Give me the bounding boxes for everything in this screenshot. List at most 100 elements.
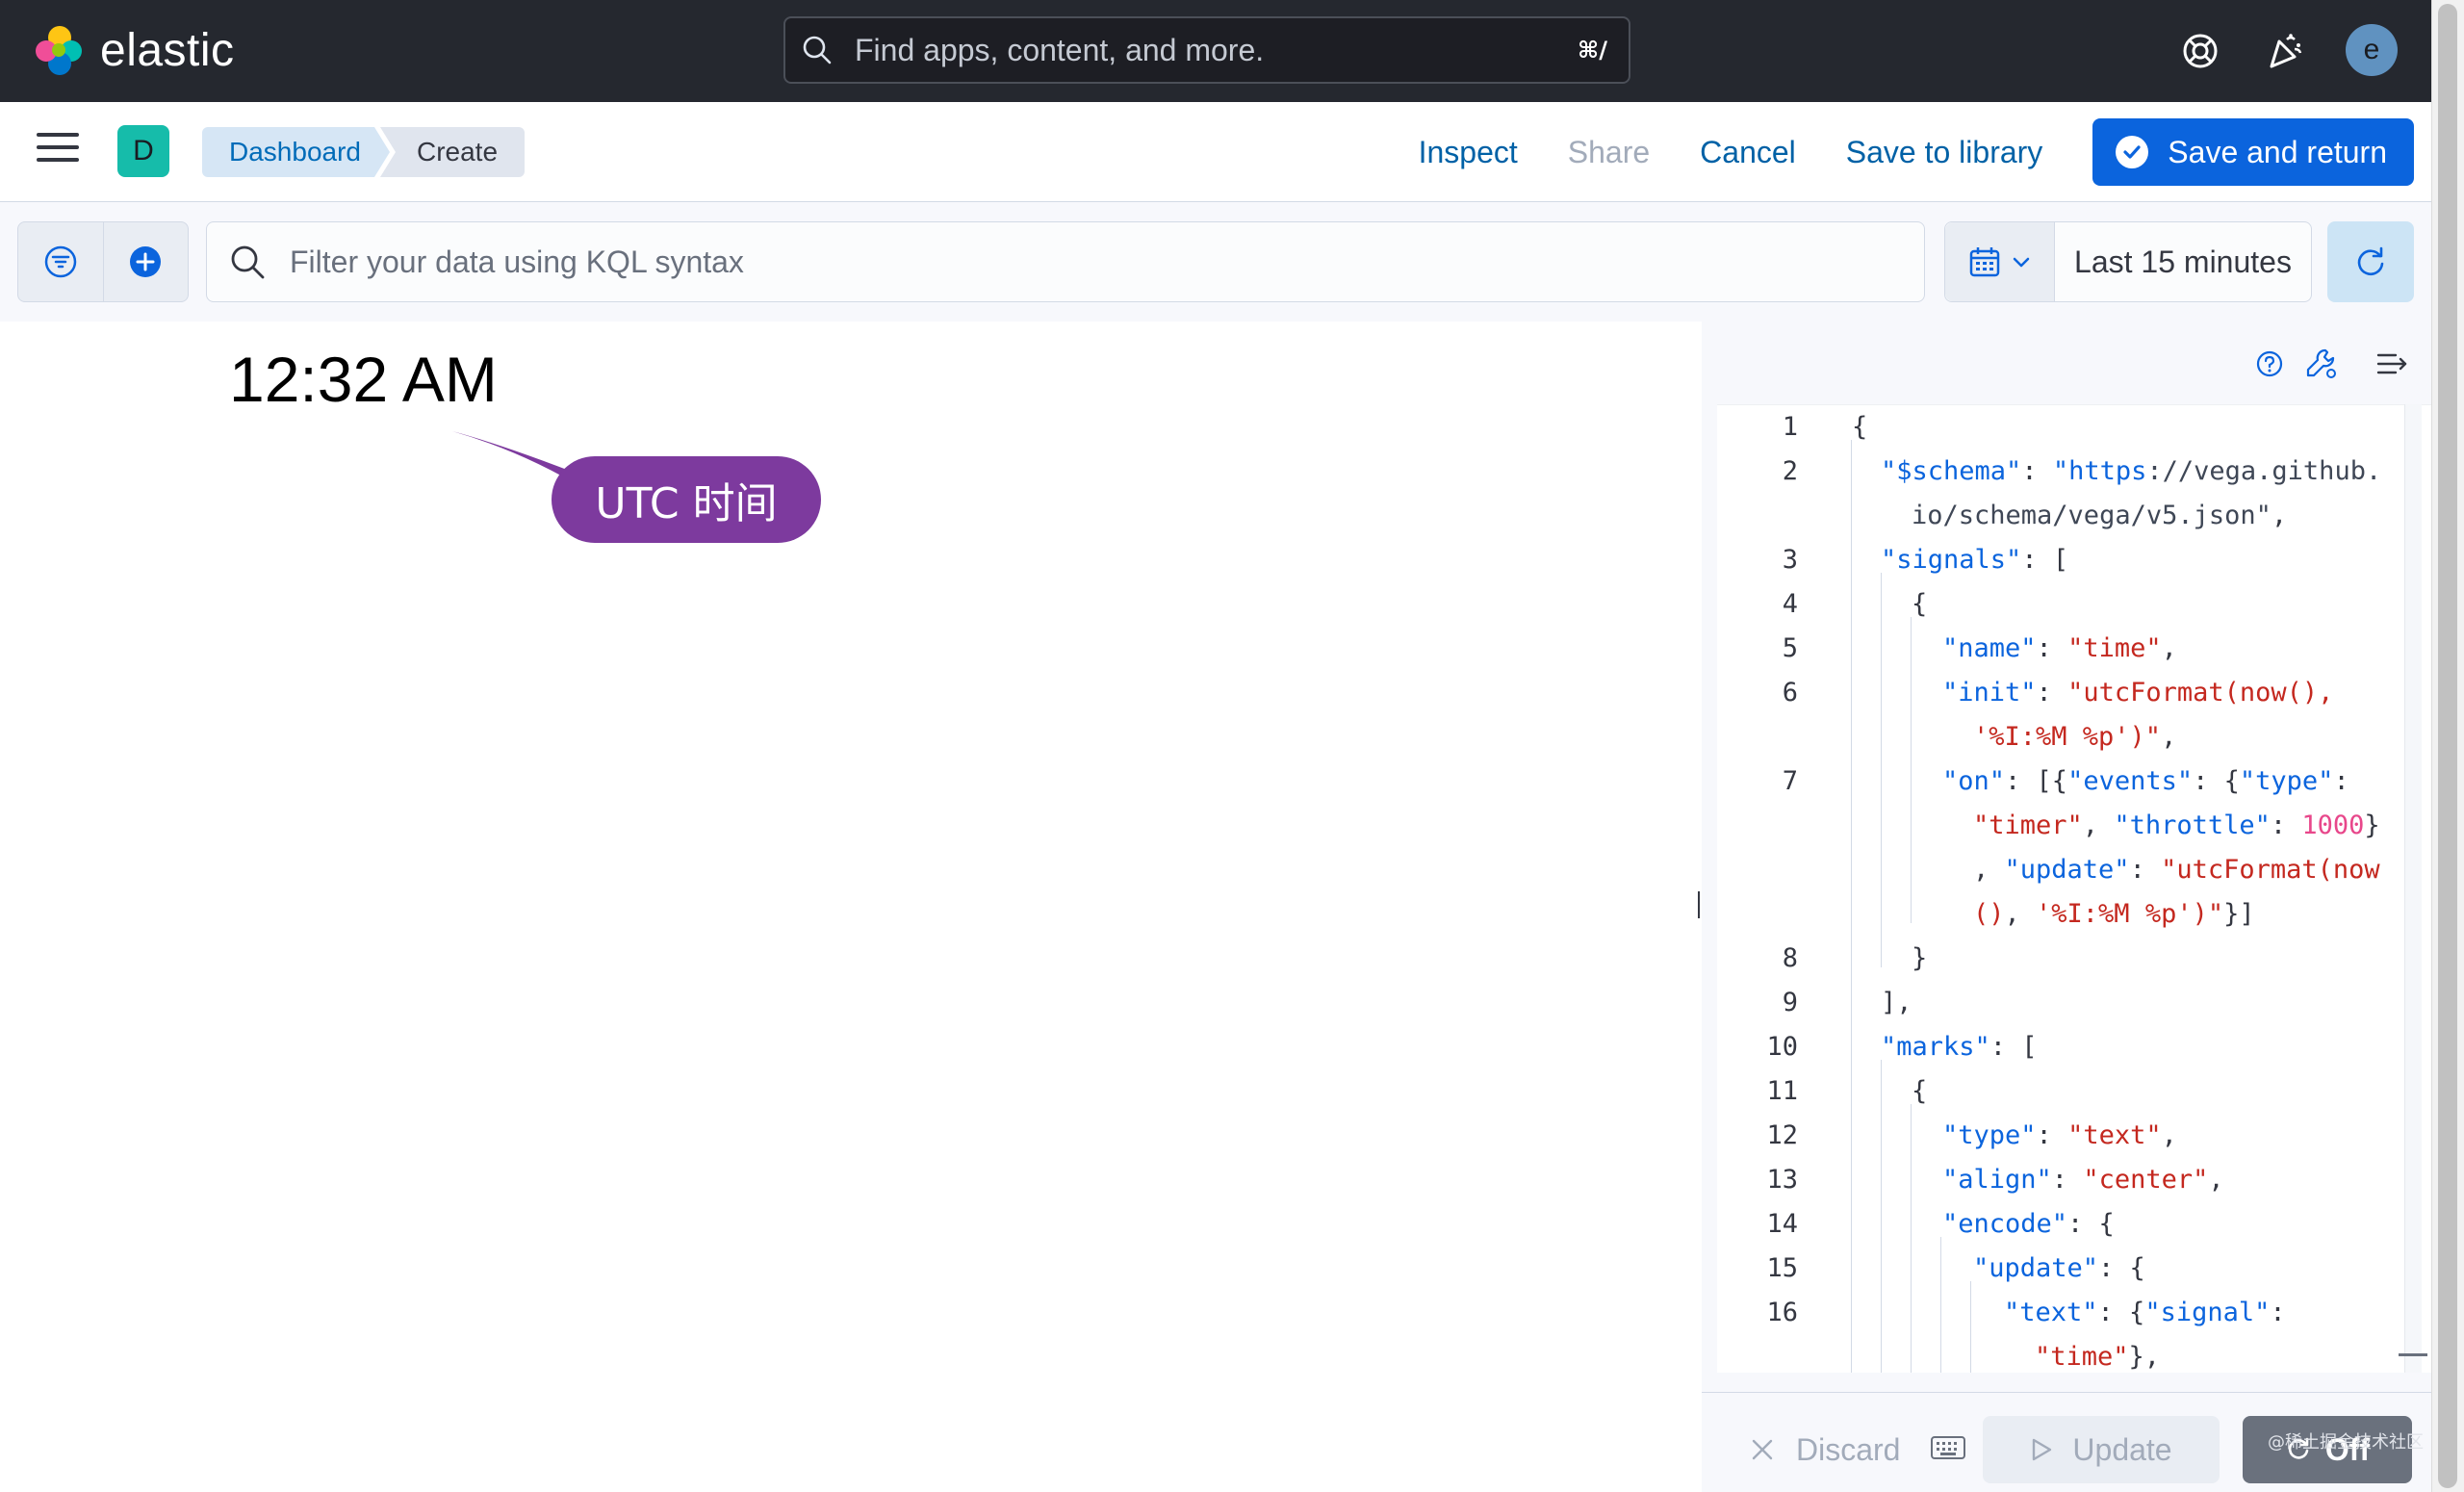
kql-query-input[interactable]	[288, 243, 1924, 281]
global-header: elastic ⌘/ e	[0, 0, 2431, 102]
code-line: "text": {"signal":	[2004, 1298, 2286, 1327]
breadcrumb: Dashboard Create	[202, 127, 526, 177]
watermark: @稀土掘金技术社区	[2268, 1432, 2424, 1453]
line-number: 3	[1782, 545, 1798, 575]
app-bar: D Dashboard Create Inspect Share Cancel …	[0, 102, 2431, 202]
line-number: 13	[1766, 1165, 1798, 1195]
breadcrumb-dashboard[interactable]: Dashboard	[202, 127, 390, 177]
menu-icon-bar	[37, 158, 79, 162]
discard-label: Discard	[1796, 1431, 1901, 1467]
query-bar: Last 15 minutes	[0, 202, 2431, 322]
refresh-icon	[2357, 246, 2384, 276]
code-line: "$schema": "https://vega.github.	[1881, 456, 2382, 486]
elastic-logo-icon	[36, 26, 82, 75]
help-button[interactable]	[2173, 24, 2227, 78]
line-number: 8	[1782, 943, 1798, 973]
line-number: 16	[1766, 1298, 1798, 1327]
code-line: ],	[1881, 988, 1912, 1017]
share-button[interactable]: Share	[1568, 135, 1650, 170]
line-number: 6	[1782, 678, 1798, 707]
code-editor[interactable]: 1 2 3 4 5 6 7 8 9 10 11 12 13 14 15 16 {…	[1717, 404, 2431, 1373]
code-line: "marks": [	[1881, 1032, 2038, 1062]
code-line: , "update": "utcFormat(now	[1973, 855, 2380, 885]
save-and-return-label: Save and return	[2168, 134, 2387, 169]
line-number: 10	[1766, 1032, 1798, 1062]
spec-editor-panel: 1 2 3 4 5 6 7 8 9 10 11 12 13 14 15 16 {…	[1702, 322, 2431, 1492]
line-number: 5	[1782, 633, 1798, 663]
saved-query-button[interactable]	[18, 222, 103, 301]
global-search[interactable]: ⌘/	[783, 16, 1630, 84]
indent-guide	[1911, 617, 1912, 923]
code-line: (), '%I:%M %p')"}]	[1973, 899, 2255, 929]
code-line: '%I:%M %p')",	[1973, 722, 2177, 752]
code-line: "signals": [	[1881, 545, 2069, 575]
update-button[interactable]: Update	[1983, 1416, 2220, 1483]
indent-guide	[1970, 1281, 1971, 1373]
save-and-return-button[interactable]: Save and return	[2092, 118, 2414, 186]
menu-icon-bar	[37, 145, 79, 149]
indent-guide	[1911, 1104, 1912, 1373]
save-to-library-button[interactable]: Save to library	[1846, 135, 2043, 170]
code-line: io/schema/vega/v5.json",	[1912, 501, 2288, 530]
chevron-down-icon	[2013, 257, 2029, 268]
global-search-input[interactable]	[853, 31, 1578, 69]
resize-grip-line	[1698, 891, 1700, 918]
elastic-logo[interactable]: elastic	[33, 23, 235, 77]
search-icon	[803, 36, 832, 64]
kql-search-bar[interactable]	[206, 221, 1925, 302]
inspect-button[interactable]: Inspect	[1419, 135, 1518, 170]
menu-icon-bar	[37, 133, 79, 137]
newsfeed-button[interactable]	[2258, 24, 2312, 78]
editor-scroll-marker	[2399, 1353, 2427, 1356]
keyboard-shortcuts-icon[interactable]	[1931, 1435, 1965, 1460]
editor-scrollbar[interactable]	[2404, 404, 2422, 1373]
cancel-button[interactable]: Cancel	[1700, 135, 1796, 170]
plus-circle-icon	[130, 246, 162, 277]
code-line: {	[1912, 589, 1928, 619]
line-number: 15	[1766, 1253, 1798, 1283]
top-actions: Inspect Share Cancel Save to library Sav…	[1419, 116, 2431, 189]
editor-options-button[interactable]	[2302, 345, 2341, 383]
code-line: "encode": {	[1942, 1209, 2115, 1239]
code-line: "on": [{"events": {"type":	[1942, 766, 2349, 796]
indent-guide	[1851, 440, 1852, 1373]
line-number: 14	[1766, 1209, 1798, 1239]
line-number: 4	[1782, 589, 1798, 619]
code-line: "time"},	[2035, 1342, 2161, 1372]
add-filter-button[interactable]	[102, 222, 189, 301]
check-circle-icon	[2116, 136, 2149, 168]
line-number: 12	[1766, 1120, 1798, 1150]
quick-select-button[interactable]	[1945, 222, 2055, 301]
update-label: Update	[2072, 1431, 2172, 1467]
page-scrollbar[interactable]	[2431, 0, 2464, 1492]
time-range-label[interactable]: Last 15 minutes	[2055, 222, 2311, 301]
code-line: {	[1852, 412, 1868, 442]
filter-menu-icon	[44, 245, 76, 278]
line-number: 7	[1782, 766, 1798, 796]
annotation-bubble: UTC 时间	[552, 456, 821, 543]
line-number: 1	[1782, 412, 1798, 442]
code-line: {	[1912, 1076, 1928, 1106]
discard-button[interactable]: Discard	[1750, 1416, 1900, 1483]
menu-toggle-button[interactable]	[37, 133, 79, 171]
help-menu-button[interactable]	[2250, 345, 2289, 383]
date-picker: Last 15 minutes	[1944, 221, 2312, 302]
code-line: }	[1912, 943, 1928, 973]
space-avatar[interactable]: D	[117, 125, 169, 177]
question-circle-icon	[2256, 350, 2283, 377]
play-icon	[2033, 1438, 2052, 1461]
user-avatar[interactable]: e	[2346, 24, 2398, 76]
refresh-button[interactable]	[2327, 221, 2414, 302]
code-line: "align": "center",	[1942, 1165, 2224, 1195]
page-scrollbar-thumb[interactable]	[2438, 4, 2457, 1488]
code-line: "timer", "throttle": 1000}	[1973, 810, 2380, 840]
calendar-icon	[1969, 247, 1999, 277]
line-number: 11	[1766, 1076, 1798, 1106]
line-number: 2	[1782, 456, 1798, 486]
filter-buttons	[17, 221, 189, 302]
wrench-icon	[2306, 348, 2336, 378]
collapse-editor-button[interactable]	[2374, 345, 2412, 383]
indent-guide	[1940, 1237, 1941, 1373]
breadcrumb-create: Create	[379, 127, 526, 177]
newsfeed-icon	[2270, 34, 2302, 68]
